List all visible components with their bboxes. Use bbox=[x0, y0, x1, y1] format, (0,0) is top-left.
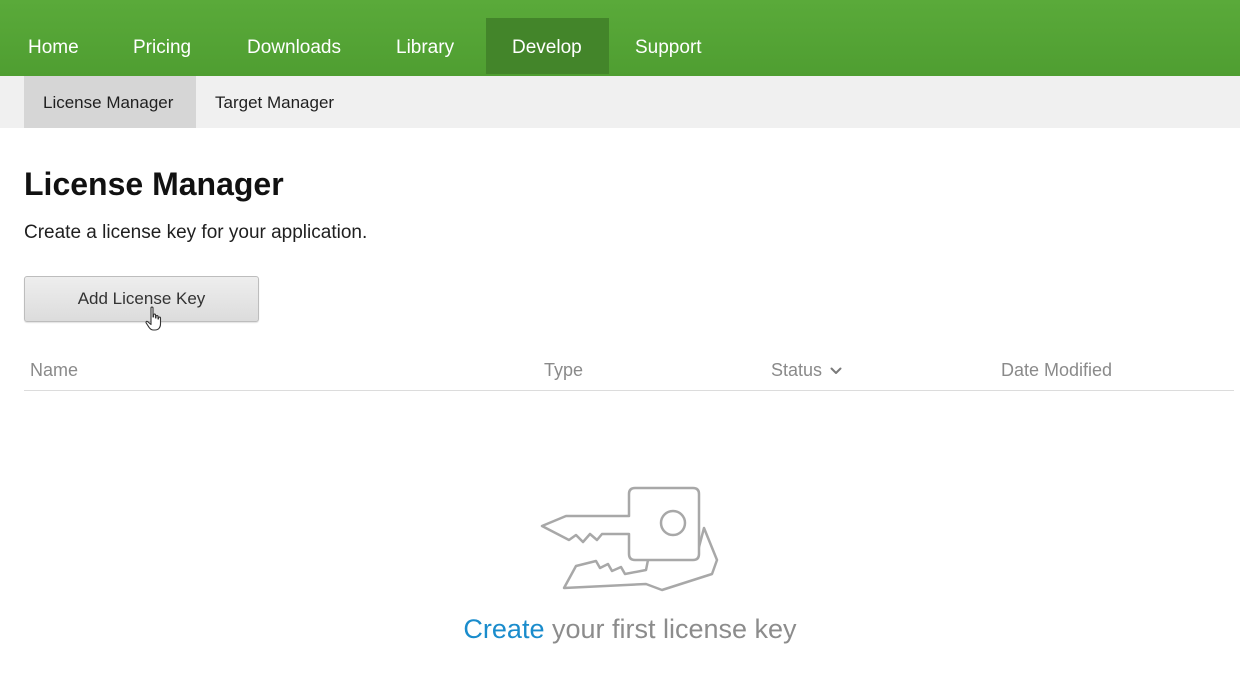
tab-license-manager[interactable]: License Manager bbox=[24, 76, 196, 128]
nav-item-home[interactable]: Home bbox=[2, 18, 105, 74]
keys-icon bbox=[540, 486, 719, 592]
chevron-down-icon bbox=[830, 367, 842, 375]
empty-state-message-text: your first license key bbox=[544, 614, 797, 644]
page-title: License Manager bbox=[24, 166, 284, 202]
nav-item-develop[interactable]: Develop bbox=[486, 18, 609, 74]
column-header-status-label: Status bbox=[771, 360, 823, 380]
nav-item-support[interactable]: Support bbox=[609, 18, 728, 74]
hand-cursor-icon bbox=[145, 306, 162, 331]
create-license-key-link[interactable]: Create bbox=[463, 614, 544, 644]
column-header-type[interactable]: Type bbox=[544, 360, 583, 381]
column-header-name[interactable]: Name bbox=[30, 360, 78, 381]
empty-state-message: Create your first license key bbox=[0, 614, 1240, 645]
column-header-status[interactable]: Status bbox=[771, 360, 842, 381]
column-header-date-modified[interactable]: Date Modified bbox=[1001, 360, 1112, 381]
nav-item-library[interactable]: Library bbox=[370, 18, 480, 74]
page-description: Create a license key for your applicatio… bbox=[24, 222, 368, 243]
sub-navigation: License Manager Target Manager bbox=[0, 76, 1240, 128]
add-license-key-button[interactable]: Add License Key bbox=[24, 276, 259, 322]
tab-target-manager[interactable]: Target Manager bbox=[196, 76, 353, 128]
nav-item-downloads[interactable]: Downloads bbox=[221, 18, 367, 74]
nav-item-pricing[interactable]: Pricing bbox=[107, 18, 217, 74]
top-navigation: Home Pricing Downloads Library Develop S… bbox=[0, 0, 1240, 76]
license-table-header: Name Type Status Date Modified bbox=[24, 352, 1234, 391]
